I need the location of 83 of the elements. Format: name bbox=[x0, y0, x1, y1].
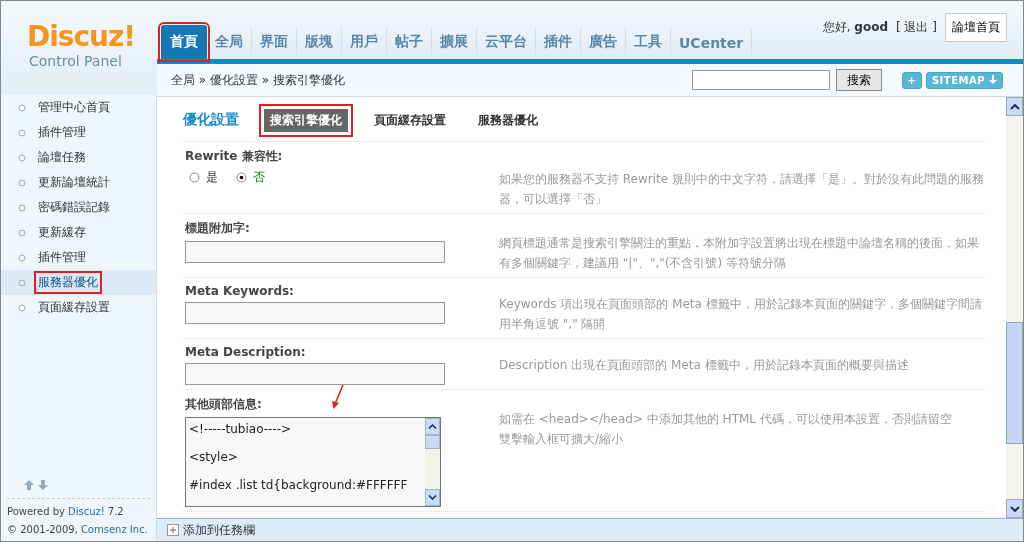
copyright-text: © 2001-2009, bbox=[7, 523, 78, 537]
nav-tab[interactable]: 全局 bbox=[207, 27, 252, 55]
section-tab[interactable]: 頁面緩存設置 bbox=[368, 108, 452, 132]
radio-option[interactable]: 否 bbox=[236, 169, 265, 186]
logout-link[interactable]: [ 退出 ] bbox=[896, 19, 937, 36]
search-field[interactable] bbox=[691, 70, 830, 90]
nav-tab[interactable]: 廣告 bbox=[581, 27, 626, 55]
discuz-link[interactable]: Discuz! bbox=[67, 503, 105, 521]
sidebar-item[interactable]: 密碼錯誤記錄 bbox=[1, 195, 156, 220]
scroll-thumb[interactable] bbox=[425, 435, 440, 449]
sidebar-item[interactable]: 論壇任務 bbox=[1, 145, 156, 170]
company-link[interactable]: Comsenz Inc. bbox=[80, 521, 148, 539]
sidebar-item[interactable]: 更新論壇統計 bbox=[1, 170, 156, 195]
setting-label: Meta Keywords: bbox=[184, 283, 295, 300]
breadcrumb: 全局 » 優化設置 » 搜索引擎優化 bbox=[171, 71, 346, 89]
logo-subtitle: Control Panel bbox=[29, 53, 123, 69]
setting-label: 其他頭部信息: bbox=[184, 396, 263, 413]
bullet-icon bbox=[18, 228, 26, 237]
setting-label: Rewrite 兼容性: bbox=[184, 148, 284, 165]
radio-icon bbox=[189, 172, 200, 183]
setting-label: 標題附加字: bbox=[184, 220, 251, 237]
chevron-up-icon bbox=[428, 424, 437, 429]
bullet-icon bbox=[18, 278, 26, 287]
bullet-icon bbox=[18, 103, 26, 112]
scroll-down-button[interactable] bbox=[1006, 499, 1023, 518]
arrow-down-icon bbox=[989, 74, 997, 84]
scroll-up-button[interactable] bbox=[425, 418, 440, 435]
help-text: Description 出現在頁面頭部的 Meta 標籤中，用於記錄本頁面的概要與描述 bbox=[499, 357, 910, 374]
input-field[interactable] bbox=[185, 241, 445, 263]
logo: Discuz! bbox=[27, 21, 137, 53]
highlight-frame: 服務器優化 bbox=[34, 271, 102, 294]
chevron-up-icon bbox=[1009, 103, 1020, 110]
section-tab[interactable]: 搜索引擎優化 bbox=[264, 108, 348, 132]
search-button[interactable]: 搜索 bbox=[835, 69, 882, 91]
setting-label: Meta Description: bbox=[184, 344, 307, 361]
help-text: 網頁標題通常是搜索引擎關注的重點，本附加字設置將出現在標題中論壇名稱的後面，如果有多個關鍵字，建議用 "|"、","(不含引號) 等符號分隔 bbox=[499, 235, 980, 272]
sidebar-item[interactable]: 頁面緩存設置 bbox=[1, 295, 156, 320]
bullet-icon bbox=[18, 153, 26, 162]
nav-tab[interactable]: 版塊 bbox=[297, 27, 342, 55]
powered-text: Powered by bbox=[7, 505, 65, 519]
help-text: 如需在 <head></head> 中添加其他的 HTML 代碼，可以使用本設置，否則請留空 bbox=[499, 411, 953, 428]
section-tab[interactable]: 服務器優化 bbox=[472, 108, 544, 132]
bullet-icon bbox=[18, 128, 26, 137]
forum-home-button[interactable]: 論壇首頁 bbox=[945, 13, 1007, 42]
scroll-thumb[interactable] bbox=[1006, 321, 1023, 444]
sidebar-item[interactable]: 插件管理 bbox=[1, 120, 156, 145]
arrow-icon bbox=[331, 384, 345, 410]
radio-option[interactable]: 是 bbox=[189, 169, 218, 186]
help-text: 如果您的服務器不支持 Rewrite 規則中的中文字符，請選擇「是」。對於沒有此問題的服務器，可以選擇「否」 bbox=[499, 171, 985, 208]
section-title: 優化設置 bbox=[183, 111, 239, 129]
greeting-text: 您好, good bbox=[822, 19, 888, 36]
nav-tab[interactable]: 界面 bbox=[252, 27, 297, 55]
plus-icon[interactable] bbox=[167, 524, 179, 536]
bullet-icon bbox=[18, 253, 26, 262]
help-text: Keywords 項出現在頁面頭部的 Meta 標籤中，用於記錄本頁面的關鍵字，多個關鍵字間請用半角逗號 "," 隔開 bbox=[499, 296, 983, 333]
sidebar-item[interactable]: 服務器優化 bbox=[1, 270, 156, 295]
help-text: 雙擊輸入框可擴大/縮小 bbox=[499, 431, 625, 448]
version-text: 7.2 bbox=[107, 505, 124, 519]
bullet-icon bbox=[18, 178, 26, 187]
nav-tab[interactable]: 插件 bbox=[536, 27, 581, 55]
radio-icon bbox=[236, 172, 247, 183]
sidebar-item[interactable]: 管理中心首頁 bbox=[1, 95, 156, 120]
nav-tab[interactable]: 用戶 bbox=[342, 27, 387, 55]
scrollbar[interactable] bbox=[1006, 97, 1023, 518]
nav-tab[interactable]: UCenter bbox=[671, 29, 753, 55]
bullet-icon bbox=[18, 303, 26, 312]
scroll-up-button[interactable] bbox=[1006, 97, 1023, 116]
sidebar-item[interactable]: 更新緩存 bbox=[1, 220, 156, 245]
sidebar-item[interactable]: 插件管理 bbox=[1, 245, 156, 270]
input-field[interactable] bbox=[185, 363, 445, 385]
nav-tab[interactable]: 首頁 bbox=[161, 25, 207, 59]
bullet-icon bbox=[18, 203, 26, 212]
add-to-taskbar-link[interactable]: 添加到任務欄 bbox=[183, 521, 255, 539]
nav-tab[interactable]: 帖子 bbox=[387, 27, 432, 55]
code-textarea[interactable]: <!-----tubiao----> <style> #index .list td{background:#FFFFFF bbox=[185, 417, 441, 507]
nav-tab[interactable]: 擴展 bbox=[432, 27, 477, 55]
scroll-arrows-icon[interactable] bbox=[23, 479, 51, 491]
chevron-down-icon bbox=[1009, 505, 1020, 512]
nav-tab[interactable]: 云平台 bbox=[477, 27, 536, 55]
chevron-down-icon bbox=[428, 495, 437, 500]
input-field[interactable] bbox=[185, 302, 445, 324]
nav-tab[interactable]: 工具 bbox=[626, 27, 671, 55]
scroll-down-button[interactable] bbox=[425, 489, 440, 506]
